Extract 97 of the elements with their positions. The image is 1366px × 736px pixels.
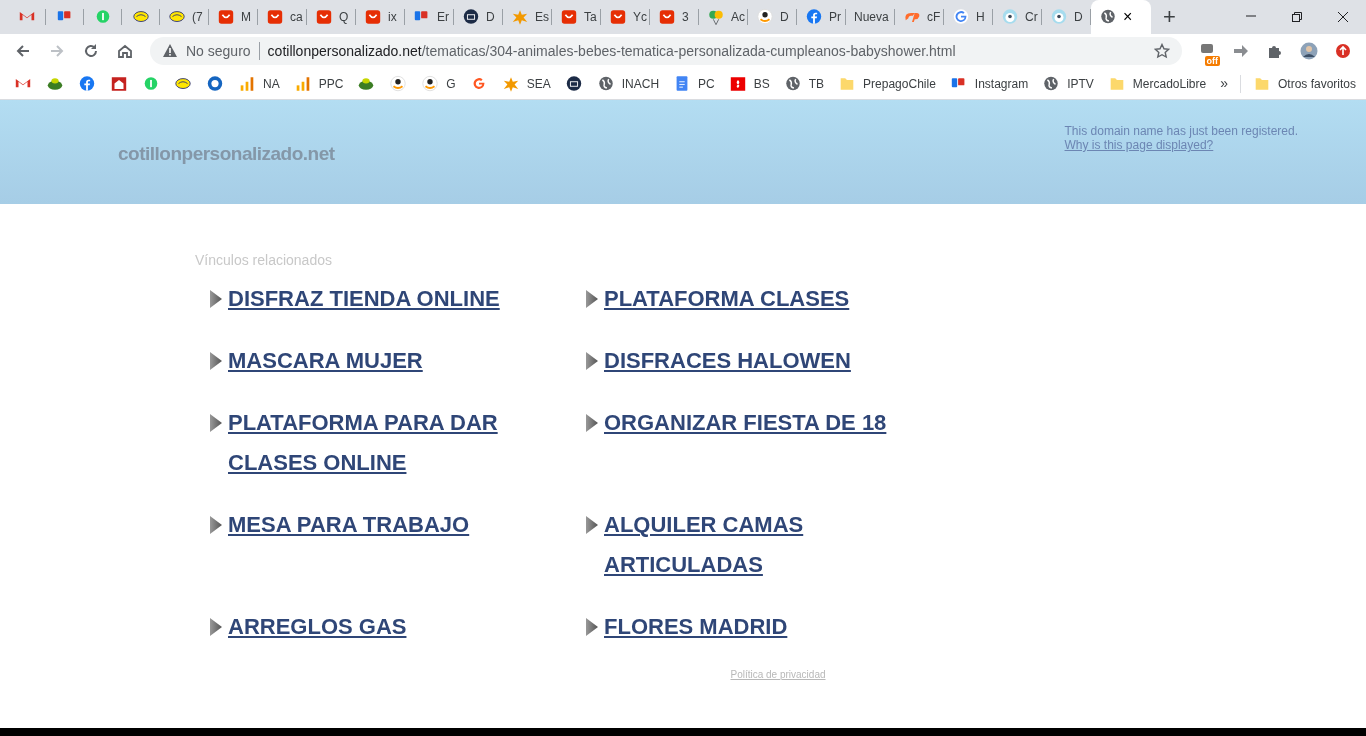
related-link[interactable]: ALQUILER CAMAS ARTICULADAS bbox=[604, 505, 904, 585]
related-link[interactable]: DISFRAZ TIENDA ONLINE bbox=[228, 279, 500, 319]
home-icon[interactable] bbox=[116, 42, 134, 60]
bookmark[interactable]: G bbox=[415, 71, 462, 96]
browser-tab[interactable]: Ta bbox=[552, 0, 601, 34]
browser-tab[interactable]: Pr bbox=[797, 0, 846, 34]
address-bar[interactable]: No seguro cotillonpersonalizado.net/tematicas/304-animales-bebes-tematica-personalizada-cumpleanos-babyshower.html bbox=[150, 37, 1182, 65]
browser-tab[interactable]: (7 bbox=[160, 0, 209, 34]
url-text: cotillonpersonalizado.net/tematicas/304-animales-bebes-tematica-personalizada-cumpleanos-babyshower.html bbox=[267, 41, 956, 61]
related-link[interactable]: PLATAFORMA PARA DAR CLASES ONLINE bbox=[228, 403, 528, 483]
browser-tab[interactable]: × bbox=[1091, 0, 1151, 34]
related-link[interactable]: MASCARA MUJER bbox=[228, 341, 423, 381]
browser-tab[interactable]: Ac bbox=[699, 0, 748, 34]
related-link[interactable]: ARREGLOS GAS bbox=[228, 607, 407, 647]
browser-tab[interactable]: Q bbox=[307, 0, 356, 34]
browser-tab[interactable]: Cr bbox=[993, 0, 1042, 34]
arrow-icon[interactable] bbox=[1232, 42, 1250, 60]
site-name: cotillonpersonalizado.net bbox=[118, 142, 335, 166]
globe-icon bbox=[1042, 74, 1061, 93]
globe-icon bbox=[596, 74, 615, 93]
google-icon bbox=[952, 8, 970, 26]
bookmark[interactable]: INACH bbox=[590, 71, 666, 96]
circle-icon bbox=[564, 74, 583, 93]
browser-tab[interactable]: D bbox=[1042, 0, 1091, 34]
avatar-icon[interactable] bbox=[1300, 42, 1318, 60]
more-bookmarks-button[interactable]: » bbox=[1214, 70, 1234, 97]
arrow-bullet-icon bbox=[209, 617, 223, 637]
bookmark[interactable]: IPTV bbox=[1036, 71, 1100, 96]
arrow-bullet-icon bbox=[209, 515, 223, 535]
bag-icon bbox=[315, 8, 333, 26]
other-bookmarks-folder[interactable]: Otros favoritos bbox=[1247, 71, 1363, 96]
arrow-bullet-icon bbox=[585, 413, 599, 433]
related-link[interactable]: FLORES MADRID bbox=[604, 607, 788, 647]
related-link[interactable]: ORGANIZAR FIESTA DE 18 bbox=[604, 403, 887, 443]
browser-tab[interactable]: D bbox=[454, 0, 503, 34]
bookmark[interactable]: BS bbox=[722, 71, 776, 96]
smile-icon bbox=[756, 8, 774, 26]
reload-icon[interactable] bbox=[82, 42, 100, 60]
browser-tab[interactable]: Er bbox=[405, 0, 454, 34]
balloons-icon bbox=[707, 8, 725, 26]
house-icon bbox=[110, 74, 128, 93]
registration-notice: This domain name has just been registered. bbox=[1064, 124, 1298, 138]
bookmark-star-icon[interactable] bbox=[1154, 43, 1170, 59]
related-link[interactable]: PLATAFORMA CLASES bbox=[604, 279, 850, 319]
bookmark[interactable]: Instagram bbox=[943, 71, 1035, 96]
bookmark[interactable]: PPC bbox=[287, 71, 350, 96]
browser-tab[interactable]: cF bbox=[895, 0, 944, 34]
bar-chart-icon bbox=[238, 74, 256, 93]
bookmark[interactable]: NA bbox=[232, 71, 286, 96]
browser-tab[interactable]: 3 bbox=[650, 0, 699, 34]
bookmark[interactable]: SEA bbox=[495, 71, 557, 96]
globe-icon bbox=[206, 74, 224, 93]
browser-tab[interactable]: D bbox=[748, 0, 797, 34]
bag-icon bbox=[658, 8, 676, 26]
facebook-icon bbox=[805, 8, 823, 26]
browser-tab[interactable]: ix bbox=[356, 0, 405, 34]
globe-icon bbox=[783, 74, 802, 93]
related-link[interactable]: DISFRACES HALOWEN bbox=[604, 341, 851, 381]
bag-icon bbox=[266, 8, 284, 26]
bookmark[interactable]: TB bbox=[777, 71, 831, 96]
bag-icon bbox=[364, 8, 382, 26]
browser-tab[interactable]: ca bbox=[258, 0, 307, 34]
arrow-bullet-icon bbox=[585, 617, 599, 637]
bag-icon bbox=[560, 8, 578, 26]
browser-tab[interactable]: M bbox=[209, 0, 258, 34]
smile-icon bbox=[389, 74, 408, 93]
arrow-bullet-icon bbox=[585, 289, 599, 309]
smile-icon bbox=[421, 74, 440, 93]
star-icon bbox=[511, 8, 529, 26]
chat-icon bbox=[142, 74, 160, 93]
bookmark[interactable]: PrepagoChile bbox=[832, 71, 942, 96]
chat-icon bbox=[94, 8, 112, 26]
new-tab-button[interactable]: + bbox=[1151, 6, 1188, 28]
browser-tab[interactable]: Nueva bbox=[846, 0, 895, 34]
bag-icon bbox=[609, 8, 627, 26]
bag-icon bbox=[217, 8, 235, 26]
browser-tab[interactable]: Yc bbox=[601, 0, 650, 34]
facebook-icon bbox=[78, 74, 96, 93]
bookmark[interactable]: PC bbox=[667, 71, 721, 96]
close-icon[interactable] bbox=[1337, 11, 1349, 23]
coupon-badge: off bbox=[1204, 56, 1220, 66]
update-icon[interactable] bbox=[1334, 42, 1352, 60]
bookmark[interactable]: MercadoLibre bbox=[1101, 71, 1213, 96]
related-link[interactable]: MESA PARA TRABAJO bbox=[228, 505, 470, 545]
warning-icon bbox=[162, 43, 178, 59]
arrow-bullet-icon bbox=[209, 351, 223, 371]
restore-icon[interactable] bbox=[1291, 11, 1303, 23]
arrow-bullet-icon bbox=[209, 289, 223, 309]
security-label: No seguro bbox=[186, 41, 251, 61]
arrow-bullet-icon bbox=[585, 515, 599, 535]
arrow-bullet-icon bbox=[585, 351, 599, 371]
browser-tab[interactable]: H bbox=[944, 0, 993, 34]
close-tab-button[interactable]: × bbox=[1123, 9, 1133, 25]
browser-tab[interactable]: Es bbox=[503, 0, 552, 34]
circle-icon bbox=[462, 8, 480, 26]
globe-icon bbox=[1099, 8, 1117, 26]
arrow-bullet-icon bbox=[209, 413, 223, 433]
